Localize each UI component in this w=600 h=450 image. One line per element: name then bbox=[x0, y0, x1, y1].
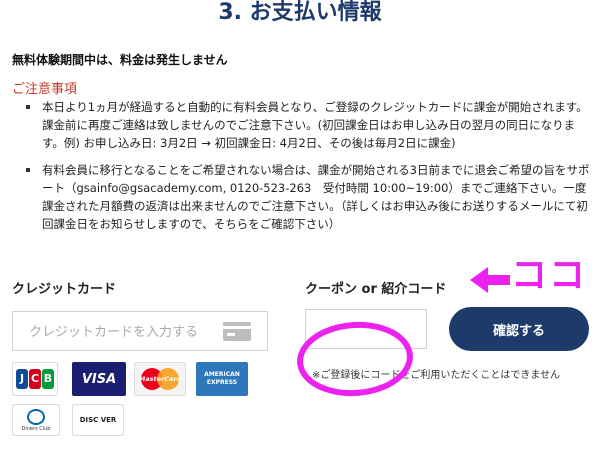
diners-wordmark: Diners Club bbox=[21, 425, 51, 432]
coupon-note: ※ご登録後にコードをご利用いただくことはできません bbox=[312, 370, 561, 381]
amex-line-1: AMERICAN bbox=[204, 371, 240, 378]
jcb-letter-b: B bbox=[42, 369, 54, 389]
amex-line-2: EXPRESS bbox=[206, 379, 238, 386]
amex-logo: AMERICAN EXPRESS bbox=[196, 362, 248, 396]
confirm-button[interactable]: 確認する bbox=[449, 307, 589, 351]
caution-list: 本日より1ヵ月が経過すると自動的に有料会員となり、ご登録のクレジットカードに課金… bbox=[20, 98, 592, 242]
coupon-input[interactable] bbox=[306, 310, 430, 350]
annotation-arrow-icon bbox=[470, 267, 510, 293]
visa-logo: VISA bbox=[72, 362, 126, 396]
jcb-letter-c: C bbox=[29, 369, 41, 389]
annotation-text: ココ bbox=[511, 255, 588, 296]
coupon-field[interactable] bbox=[305, 309, 430, 350]
coupon-label: クーポン or 紹介コード bbox=[305, 282, 447, 297]
credit-card-field[interactable] bbox=[12, 311, 268, 352]
mastercard-logo: MasterCard bbox=[134, 362, 186, 396]
page-title: 3. お支払い情報 bbox=[218, 0, 382, 25]
credit-card-icon bbox=[223, 322, 251, 341]
discover-wordmark: DISC VER bbox=[79, 416, 117, 424]
caution-heading: ご注意事項 bbox=[12, 82, 78, 97]
jcb-letter-j: J bbox=[16, 369, 28, 389]
free-trial-notice: 無料体験期間中は、料金は発生しません bbox=[12, 53, 228, 67]
mastercard-wordmark: MasterCard bbox=[138, 375, 182, 383]
jcb-logo: J C B bbox=[12, 362, 58, 396]
credit-card-label: クレジットカード bbox=[12, 282, 117, 297]
diners-ring-icon bbox=[27, 408, 45, 425]
diners-club-logo: Diners Club bbox=[12, 404, 60, 436]
credit-card-input[interactable] bbox=[13, 312, 231, 352]
caution-item: 本日より1ヵ月が経過すると自動的に有料会員となり、ご登録のクレジットカードに課金… bbox=[20, 98, 592, 152]
caution-item: 有料会員に移行となることをご希望されない場合は、課金が開始される3日前までに退会… bbox=[20, 161, 592, 233]
discover-logo: DISC VER bbox=[72, 404, 124, 436]
